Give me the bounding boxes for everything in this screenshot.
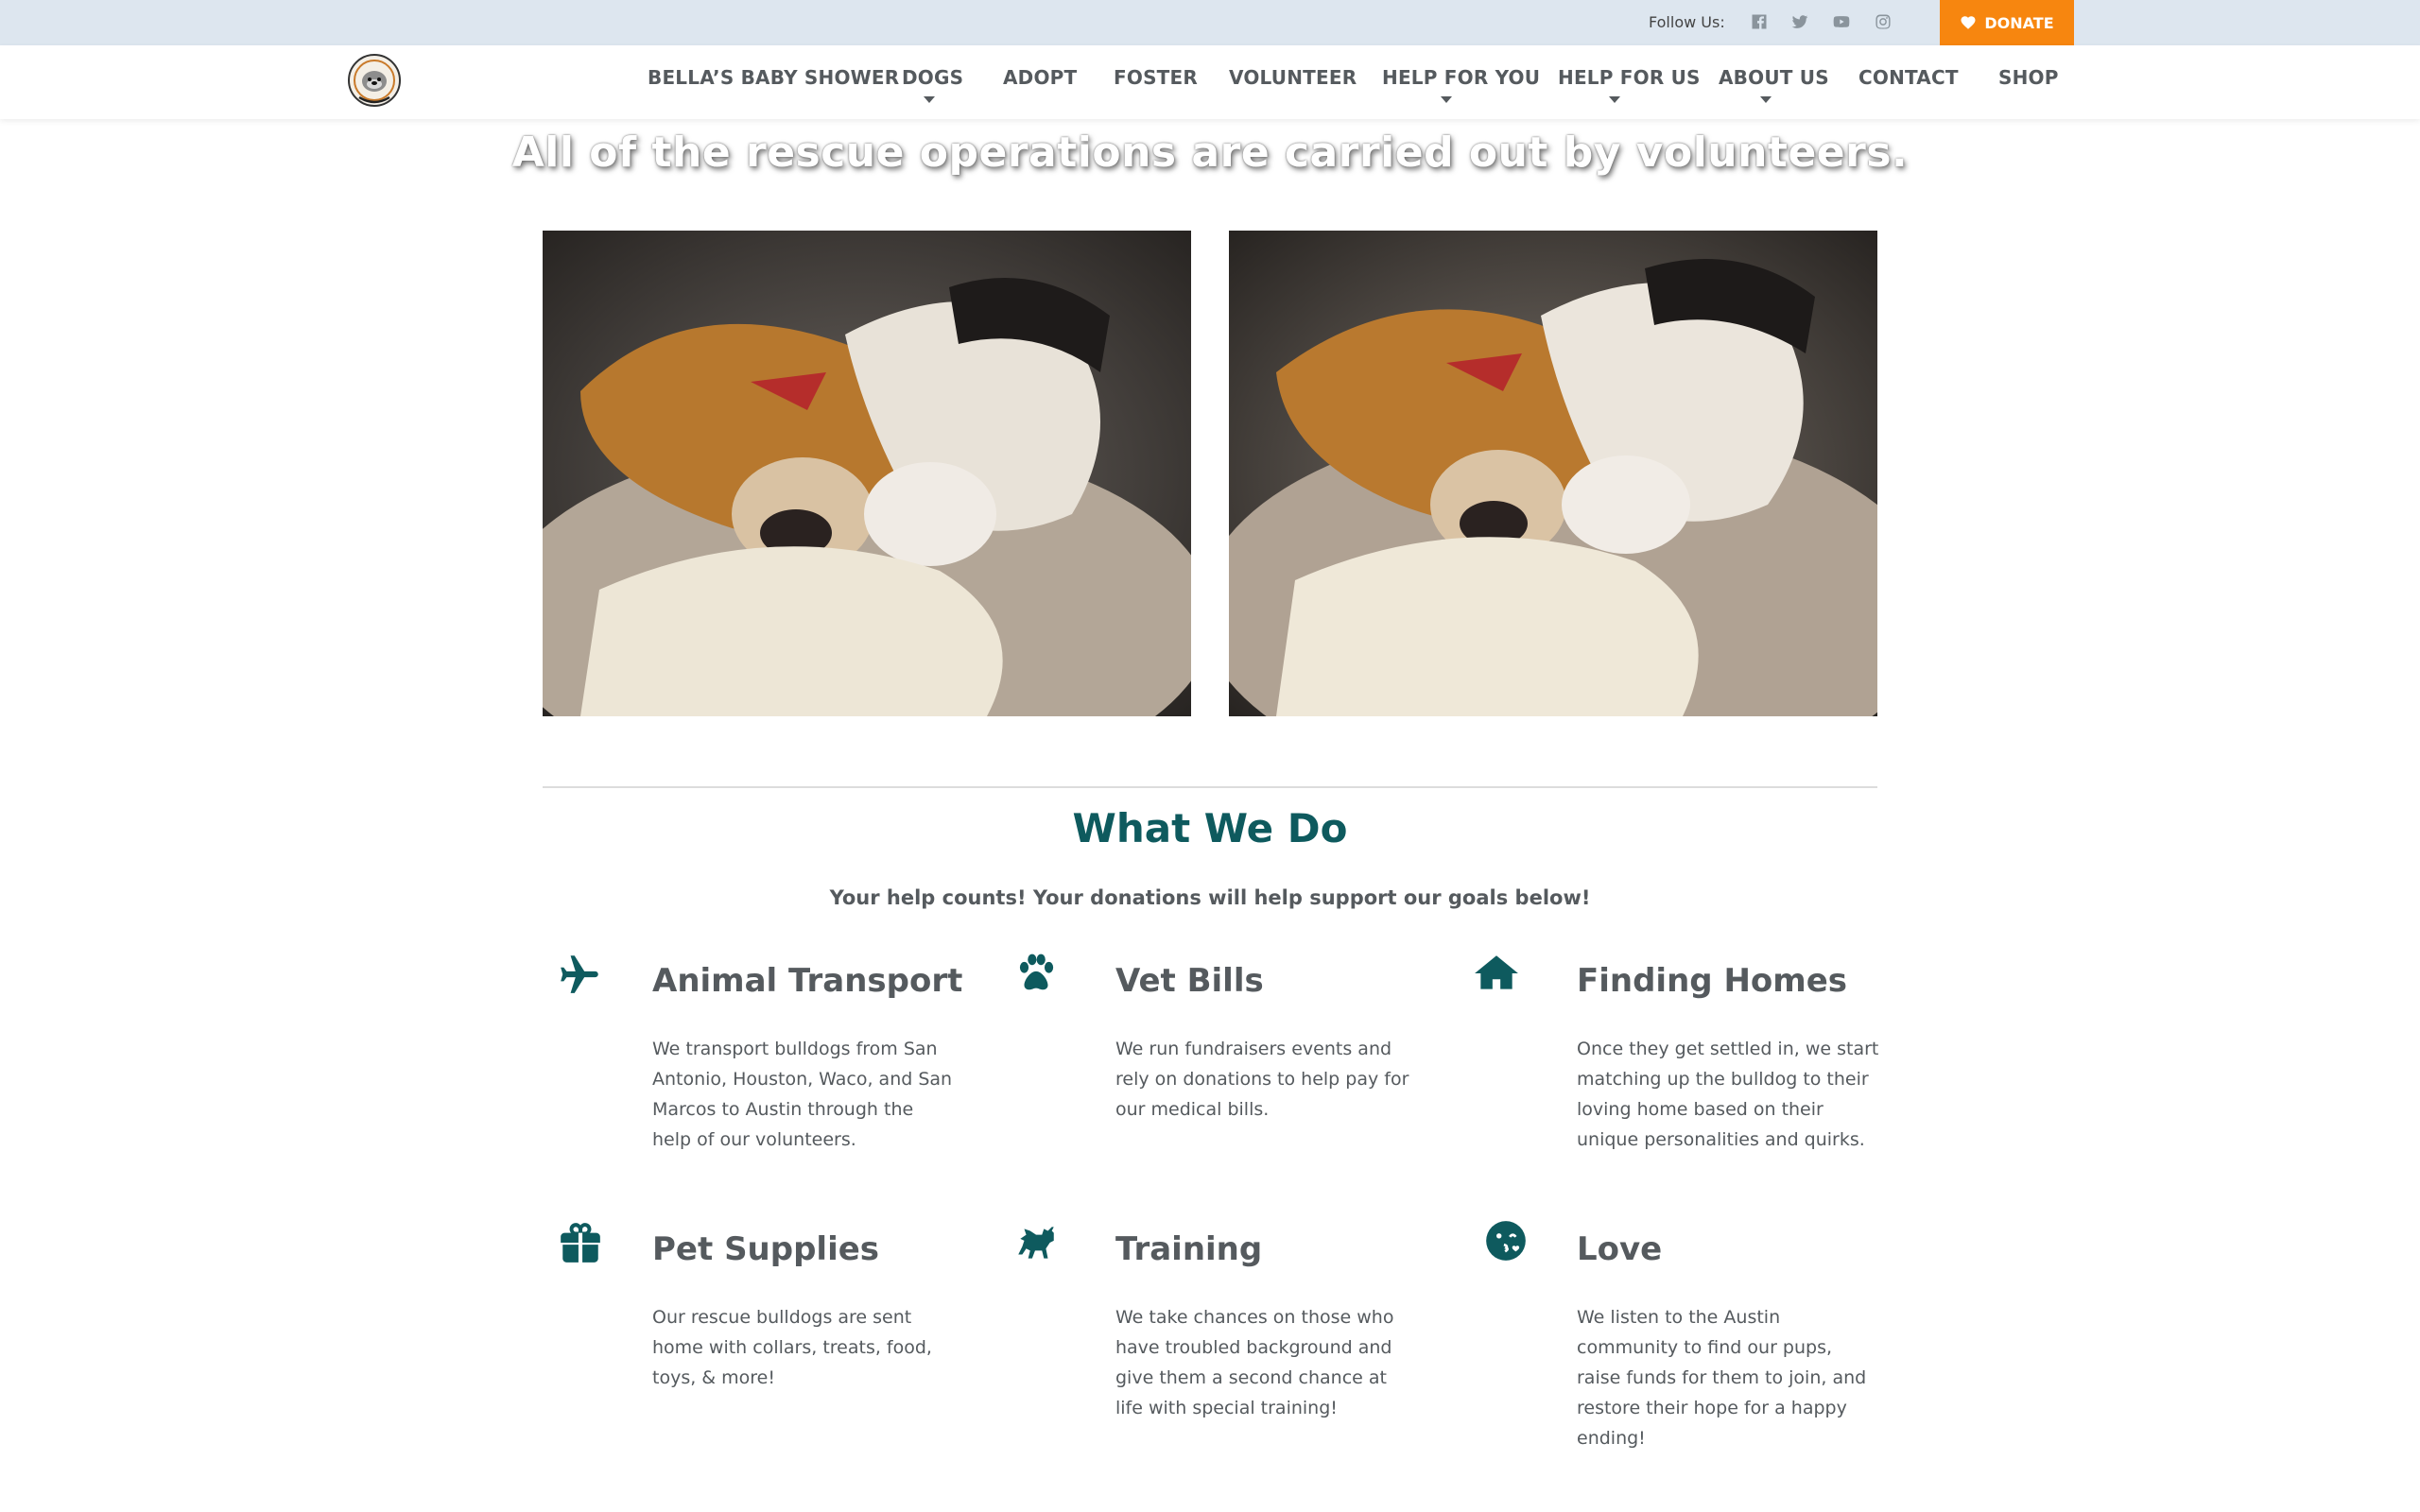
feature-title-vet-bills: Vet Bills: [1115, 962, 1264, 1000]
feature-title-finding-homes: Finding Homes: [1577, 962, 1847, 1000]
gift-icon: [557, 1219, 604, 1266]
feature-title-training: Training: [1115, 1230, 1263, 1268]
feature-text-training: We take chances on those who have troubl…: [1115, 1307, 1394, 1418]
paw-icon: [1012, 950, 1060, 997]
feature-title-love: Love: [1577, 1230, 1663, 1268]
home-icon: [1473, 950, 1520, 997]
instagram-icon[interactable]: [1873, 11, 1893, 32]
feature-text-pet-supplies: Our rescue bulldogs are sent home with c…: [652, 1307, 932, 1388]
heart-icon: [1961, 16, 1976, 29]
plane-icon: [557, 950, 604, 997]
youtube-icon[interactable]: [1831, 11, 1852, 32]
feature-title-animal-transport: Animal Transport: [652, 962, 963, 1000]
dogs-dropdown-caret-icon[interactable]: [924, 96, 935, 103]
follow-us-label: Follow Us:: [1649, 13, 1725, 31]
feature-text-finding-homes: Once they get settled in, we start match…: [1577, 1039, 1879, 1150]
nav-item-help-for-us[interactable]: HELP FOR US: [1558, 66, 1701, 89]
dog-training-icon: [1012, 1219, 1060, 1266]
donate-label: DONATE: [1984, 13, 2054, 32]
feature-title-pet-supplies: Pet Supplies: [652, 1230, 880, 1268]
nav-item-dogs[interactable]: DOGS: [902, 66, 963, 89]
kiss-face-icon: [1482, 1217, 1530, 1264]
nav-item-foster[interactable]: FOSTER: [1114, 66, 1198, 89]
nav-item-shop[interactable]: SHOP: [1998, 66, 2059, 89]
nav-item-adopt[interactable]: ADOPT: [1003, 66, 1077, 89]
facebook-icon[interactable]: [1749, 11, 1770, 32]
donate-button[interactable]: DONATE: [1940, 0, 2074, 45]
sleeping-bulldogs-photo-1: [543, 231, 1191, 716]
nav-item-bellas-baby-shower[interactable]: BELLA’S BABY SHOWER: [648, 66, 899, 89]
help-for-us-dropdown-caret-icon[interactable]: [1609, 96, 1620, 103]
what-we-do-title: What We Do: [1072, 805, 1348, 851]
hero-headline: All of the rescue operations are carried…: [511, 129, 1909, 177]
help-for-you-dropdown-caret-icon[interactable]: [1441, 96, 1452, 103]
nav-item-contact[interactable]: CONTACT: [1858, 66, 1959, 89]
sleeping-bulldogs-photo-2: [1229, 231, 1877, 716]
twitter-icon[interactable]: [1789, 11, 1810, 32]
nav-item-about-us[interactable]: ABOUT US: [1719, 66, 1829, 89]
about-us-dropdown-caret-icon[interactable]: [1760, 96, 1772, 103]
nav-item-help-for-you[interactable]: HELP FOR YOU: [1382, 66, 1540, 89]
site-logo[interactable]: [346, 52, 403, 109]
feature-text-vet-bills: We run fundraisers events and rely on do…: [1115, 1039, 1409, 1120]
top-bar: Follow Us: DONATE: [0, 0, 2420, 45]
section-divider: [543, 786, 1877, 788]
what-we-do-subtitle: Your help counts! Your donations will he…: [829, 886, 1591, 909]
nav-item-volunteer[interactable]: VOLUNTEER: [1229, 66, 1357, 89]
feature-text-animal-transport: We transport bulldogs from San Antonio, …: [652, 1039, 953, 1150]
feature-text-love: We listen to the Austin community to fin…: [1577, 1307, 1867, 1449]
